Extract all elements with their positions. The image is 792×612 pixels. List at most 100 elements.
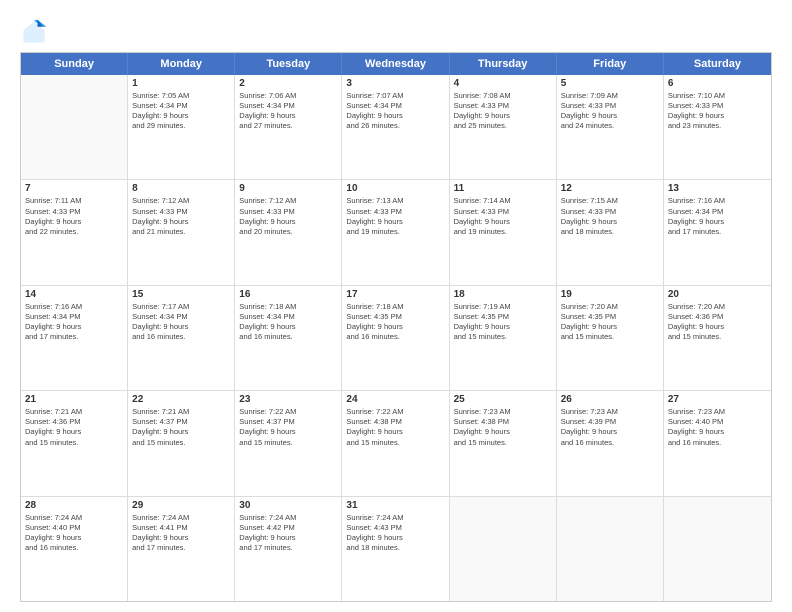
day-number: 25 <box>454 394 552 405</box>
day-number: 18 <box>454 289 552 300</box>
day-info: Sunrise: 7:24 AMSunset: 4:42 PMDaylight:… <box>239 513 337 554</box>
calendar-day-6: 6 Sunrise: 7:10 AMSunset: 4:33 PMDaylight… <box>664 75 771 179</box>
day-info: Sunrise: 7:24 AMSunset: 4:41 PMDaylight:… <box>132 513 230 554</box>
calendar-day-26: 26 Sunrise: 7:23 AMSunset: 4:39 PMDayligh… <box>557 391 664 495</box>
calendar-day-3: 3 Sunrise: 7:07 AMSunset: 4:34 PMDaylight… <box>342 75 449 179</box>
calendar-row-3: 14 Sunrise: 7:16 AMSunset: 4:34 PMDayligh… <box>21 286 771 391</box>
calendar-empty-cell <box>21 75 128 179</box>
day-info: Sunrise: 7:20 AMSunset: 4:35 PMDaylight:… <box>561 302 659 343</box>
calendar-day-24: 24 Sunrise: 7:22 AMSunset: 4:38 PMDayligh… <box>342 391 449 495</box>
logo-icon <box>20 18 48 46</box>
header-day-sunday: Sunday <box>21 53 128 75</box>
day-info: Sunrise: 7:10 AMSunset: 4:33 PMDaylight:… <box>668 91 767 132</box>
calendar-day-13: 13 Sunrise: 7:16 AMSunset: 4:34 PMDayligh… <box>664 180 771 284</box>
day-number: 31 <box>346 500 444 511</box>
calendar-day-8: 8 Sunrise: 7:12 AMSunset: 4:33 PMDaylight… <box>128 180 235 284</box>
calendar-day-19: 19 Sunrise: 7:20 AMSunset: 4:35 PMDayligh… <box>557 286 664 390</box>
calendar-header: SundayMondayTuesdayWednesdayThursdayFrid… <box>21 53 771 75</box>
calendar-day-18: 18 Sunrise: 7:19 AMSunset: 4:35 PMDayligh… <box>450 286 557 390</box>
header <box>20 18 772 46</box>
day-info: Sunrise: 7:21 AMSunset: 4:36 PMDaylight:… <box>25 407 123 448</box>
calendar-row-4: 21 Sunrise: 7:21 AMSunset: 4:36 PMDayligh… <box>21 391 771 496</box>
day-number: 11 <box>454 183 552 194</box>
day-info: Sunrise: 7:19 AMSunset: 4:35 PMDaylight:… <box>454 302 552 343</box>
day-info: Sunrise: 7:15 AMSunset: 4:33 PMDaylight:… <box>561 196 659 237</box>
day-info: Sunrise: 7:09 AMSunset: 4:33 PMDaylight:… <box>561 91 659 132</box>
day-number: 10 <box>346 183 444 194</box>
calendar-day-5: 5 Sunrise: 7:09 AMSunset: 4:33 PMDaylight… <box>557 75 664 179</box>
day-number: 26 <box>561 394 659 405</box>
day-info: Sunrise: 7:12 AMSunset: 4:33 PMDaylight:… <box>239 196 337 237</box>
calendar-day-7: 7 Sunrise: 7:11 AMSunset: 4:33 PMDaylight… <box>21 180 128 284</box>
day-number: 24 <box>346 394 444 405</box>
calendar-day-27: 27Sunrise: 7:23 AMSunset: 4:40 PMDayligh… <box>664 391 771 495</box>
calendar-row-5: 28Sunrise: 7:24 AMSunset: 4:40 PMDayligh… <box>21 497 771 601</box>
day-info: Sunrise: 7:22 AMSunset: 4:37 PMDaylight:… <box>239 407 337 448</box>
day-number: 19 <box>561 289 659 300</box>
calendar-day-15: 15 Sunrise: 7:17 AMSunset: 4:34 PMDayligh… <box>128 286 235 390</box>
calendar-day-31: 31 Sunrise: 7:24 AMSunset: 4:43 PMDayligh… <box>342 497 449 601</box>
day-number: 15 <box>132 289 230 300</box>
day-info: Sunrise: 7:12 AMSunset: 4:33 PMDaylight:… <box>132 196 230 237</box>
day-number: 27 <box>668 394 767 405</box>
calendar-day-30: 30 Sunrise: 7:24 AMSunset: 4:42 PMDayligh… <box>235 497 342 601</box>
day-number: 7 <box>25 183 123 194</box>
calendar-day-1: 1Sunrise: 7:05 AMSunset: 4:34 PMDaylight… <box>128 75 235 179</box>
header-day-saturday: Saturday <box>664 53 771 75</box>
day-number: 3 <box>346 78 444 89</box>
day-number: 21 <box>25 394 123 405</box>
day-number: 30 <box>239 500 337 511</box>
calendar-day-2: 2 Sunrise: 7:06 AMSunset: 4:34 PMDaylight… <box>235 75 342 179</box>
day-info: Sunrise: 7:18 AMSunset: 4:34 PMDaylight:… <box>239 302 337 343</box>
day-number: 14 <box>25 289 123 300</box>
calendar-day-16: 16 Sunrise: 7:18 AMSunset: 4:34 PMDayligh… <box>235 286 342 390</box>
page: SundayMondayTuesdayWednesdayThursdayFrid… <box>0 0 792 612</box>
day-info: Sunrise: 7:20 AMSunset: 4:36 PMDaylight:… <box>668 302 767 343</box>
day-info: Sunrise: 7:14 AMSunset: 4:33 PMDaylight:… <box>454 196 552 237</box>
day-number: 4 <box>454 78 552 89</box>
calendar-day-11: 11 Sunrise: 7:14 AMSunset: 4:33 PMDayligh… <box>450 180 557 284</box>
day-number: 16 <box>239 289 337 300</box>
day-info: Sunrise: 7:05 AMSunset: 4:34 PMDaylight:… <box>132 91 230 132</box>
calendar-row-2: 7 Sunrise: 7:11 AMSunset: 4:33 PMDaylight… <box>21 180 771 285</box>
calendar-day-12: 12 Sunrise: 7:15 AMSunset: 4:33 PMDayligh… <box>557 180 664 284</box>
calendar-day-25: 25Sunrise: 7:23 AMSunset: 4:38 PMDayligh… <box>450 391 557 495</box>
calendar-day-9: 9Sunrise: 7:12 AMSunset: 4:33 PMDaylight… <box>235 180 342 284</box>
day-info: Sunrise: 7:16 AMSunset: 4:34 PMDaylight:… <box>668 196 767 237</box>
day-number: 20 <box>668 289 767 300</box>
day-number: 6 <box>668 78 767 89</box>
calendar-day-29: 29Sunrise: 7:24 AMSunset: 4:41 PMDayligh… <box>128 497 235 601</box>
calendar-day-14: 14 Sunrise: 7:16 AMSunset: 4:34 PMDayligh… <box>21 286 128 390</box>
calendar-body: 1Sunrise: 7:05 AMSunset: 4:34 PMDaylight… <box>21 75 771 601</box>
day-info: Sunrise: 7:13 AMSunset: 4:33 PMDaylight:… <box>346 196 444 237</box>
day-info: Sunrise: 7:21 AMSunset: 4:37 PMDaylight:… <box>132 407 230 448</box>
calendar-day-23: 23Sunrise: 7:22 AMSunset: 4:37 PMDayligh… <box>235 391 342 495</box>
day-info: Sunrise: 7:07 AMSunset: 4:34 PMDaylight:… <box>346 91 444 132</box>
header-day-wednesday: Wednesday <box>342 53 449 75</box>
day-info: Sunrise: 7:17 AMSunset: 4:34 PMDaylight:… <box>132 302 230 343</box>
day-number: 5 <box>561 78 659 89</box>
day-info: Sunrise: 7:08 AMSunset: 4:33 PMDaylight:… <box>454 91 552 132</box>
calendar-empty-cell <box>664 497 771 601</box>
calendar-row-1: 1Sunrise: 7:05 AMSunset: 4:34 PMDaylight… <box>21 75 771 180</box>
day-info: Sunrise: 7:11 AMSunset: 4:33 PMDaylight:… <box>25 196 123 237</box>
logo <box>20 18 52 46</box>
calendar-day-20: 20 Sunrise: 7:20 AMSunset: 4:36 PMDayligh… <box>664 286 771 390</box>
day-number: 12 <box>561 183 659 194</box>
day-number: 13 <box>668 183 767 194</box>
header-day-friday: Friday <box>557 53 664 75</box>
day-info: Sunrise: 7:24 AMSunset: 4:43 PMDaylight:… <box>346 513 444 554</box>
day-number: 8 <box>132 183 230 194</box>
day-number: 22 <box>132 394 230 405</box>
day-info: Sunrise: 7:18 AMSunset: 4:35 PMDaylight:… <box>346 302 444 343</box>
day-number: 17 <box>346 289 444 300</box>
day-info: Sunrise: 7:23 AMSunset: 4:39 PMDaylight:… <box>561 407 659 448</box>
day-info: Sunrise: 7:22 AMSunset: 4:38 PMDaylight:… <box>346 407 444 448</box>
calendar-day-10: 10 Sunrise: 7:13 AMSunset: 4:33 PMDayligh… <box>342 180 449 284</box>
day-info: Sunrise: 7:16 AMSunset: 4:34 PMDaylight:… <box>25 302 123 343</box>
calendar-day-17: 17 Sunrise: 7:18 AMSunset: 4:35 PMDayligh… <box>342 286 449 390</box>
calendar-day-22: 22 Sunrise: 7:21 AMSunset: 4:37 PMDayligh… <box>128 391 235 495</box>
day-number: 2 <box>239 78 337 89</box>
day-info: Sunrise: 7:06 AMSunset: 4:34 PMDaylight:… <box>239 91 337 132</box>
day-info: Sunrise: 7:24 AMSunset: 4:40 PMDaylight:… <box>25 513 123 554</box>
